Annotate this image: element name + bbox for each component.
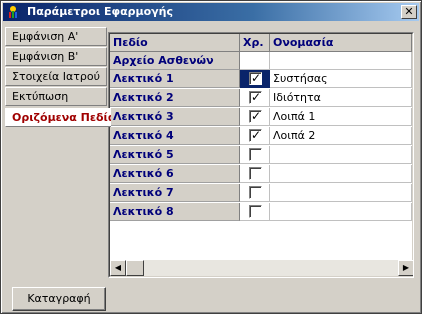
- use-cell: [240, 184, 270, 202]
- use-cell: ✓: [240, 108, 270, 126]
- use-cell: [240, 203, 270, 221]
- tab-appearance-b[interactable]: Εμφάνιση Β': [5, 47, 107, 66]
- field-label: Λεκτικό 3: [110, 108, 240, 126]
- scroll-right-button[interactable]: ▶: [398, 260, 413, 276]
- field-label: Λεκτικό 4: [110, 127, 240, 145]
- use-checkbox[interactable]: [249, 186, 262, 199]
- column-header-field[interactable]: Πεδίο: [110, 34, 240, 52]
- use-checkbox[interactable]: ✓: [249, 109, 262, 123]
- display-name-cell[interactable]: [270, 146, 412, 164]
- window-title: Παράμετροι Εφαρμογής: [27, 5, 174, 18]
- use-cell: ✓: [240, 127, 270, 145]
- use-checkbox[interactable]: [249, 205, 262, 218]
- tab-doctor-info[interactable]: Στοιχεία Ιατρού: [5, 67, 107, 86]
- field-label: Λεκτικό 1: [110, 70, 240, 88]
- field-label: Λεκτικό 2: [110, 89, 240, 107]
- tab-printing[interactable]: Εκτύπωση: [5, 87, 107, 106]
- scroll-left-button[interactable]: ◀: [110, 260, 126, 276]
- use-checkbox[interactable]: ✓: [249, 90, 262, 104]
- check-mark-icon: ✓: [251, 109, 262, 123]
- group-label: Αρχείο Ασθενών: [110, 52, 240, 70]
- field-label: Λεκτικό 6: [110, 165, 240, 183]
- tab-custom-fields[interactable]: Οριζόμενα Πεδία: [5, 108, 111, 127]
- table-row[interactable]: Λεκτικό 1 ✓ Συστήσας: [110, 70, 412, 88]
- column-header-use[interactable]: Χρ.: [240, 34, 270, 52]
- display-name-cell[interactable]: [270, 184, 412, 202]
- check-mark-icon: ✓: [251, 128, 262, 142]
- use-cell: [240, 165, 270, 183]
- use-cell: ✓: [240, 89, 270, 107]
- table-row[interactable]: Λεκτικό 7: [110, 184, 412, 202]
- custom-fields-grid[interactable]: Πεδίο Χρ. Ονομασία Αρχείο Ασθενών Λεκτικ…: [108, 32, 414, 278]
- use-cell: ✓: [240, 70, 270, 88]
- use-checkbox[interactable]: ✓: [249, 71, 262, 85]
- table-row[interactable]: Λεκτικό 6: [110, 165, 412, 183]
- display-name-cell[interactable]: [270, 203, 412, 221]
- display-name-cell[interactable]: [270, 165, 412, 183]
- title-bar: Παράμετροι Εφαρμογής ✕: [3, 3, 419, 21]
- field-label: Λεκτικό 5: [110, 146, 240, 164]
- check-mark-icon: ✓: [251, 90, 262, 104]
- save-button[interactable]: Καταγραφή: [12, 287, 106, 311]
- display-name-cell[interactable]: Λοιπά 1: [270, 108, 412, 126]
- use-checkbox[interactable]: [249, 148, 262, 161]
- use-checkbox[interactable]: ✓: [249, 128, 262, 142]
- close-button[interactable]: ✕: [401, 5, 417, 19]
- use-cell: [240, 146, 270, 164]
- display-name-cell[interactable]: Ιδιότητα: [270, 89, 412, 107]
- check-mark-icon: ✓: [251, 71, 262, 85]
- table-row[interactable]: Λεκτικό 5: [110, 146, 412, 164]
- use-checkbox[interactable]: [249, 167, 262, 180]
- parameters-window: Παράμετροι Εφαρμογής ✕ Εμφάνιση Α' Εμφάν…: [0, 0, 422, 314]
- scroll-thumb[interactable]: [126, 260, 144, 276]
- table-row[interactable]: Λεκτικό 3 ✓ Λοιπά 1: [110, 108, 412, 126]
- display-name-cell[interactable]: Λοιπά 2: [270, 127, 412, 145]
- app-icon: [9, 6, 17, 18]
- table-row[interactable]: Λεκτικό 4 ✓ Λοιπά 2: [110, 127, 412, 145]
- group-row: Αρχείο Ασθενών: [110, 52, 412, 70]
- field-label: Λεκτικό 8: [110, 203, 240, 221]
- table-row[interactable]: Λεκτικό 8: [110, 203, 412, 221]
- table-row[interactable]: Λεκτικό 2 ✓ Ιδιότητα: [110, 89, 412, 107]
- tab-appearance-a[interactable]: Εμφάνιση Α': [5, 27, 107, 46]
- horizontal-scrollbar[interactable]: ◀ ▶: [110, 260, 413, 276]
- column-header-name[interactable]: Ονομασία: [270, 34, 412, 52]
- display-name-cell[interactable]: Συστήσας: [270, 70, 412, 88]
- field-label: Λεκτικό 7: [110, 184, 240, 202]
